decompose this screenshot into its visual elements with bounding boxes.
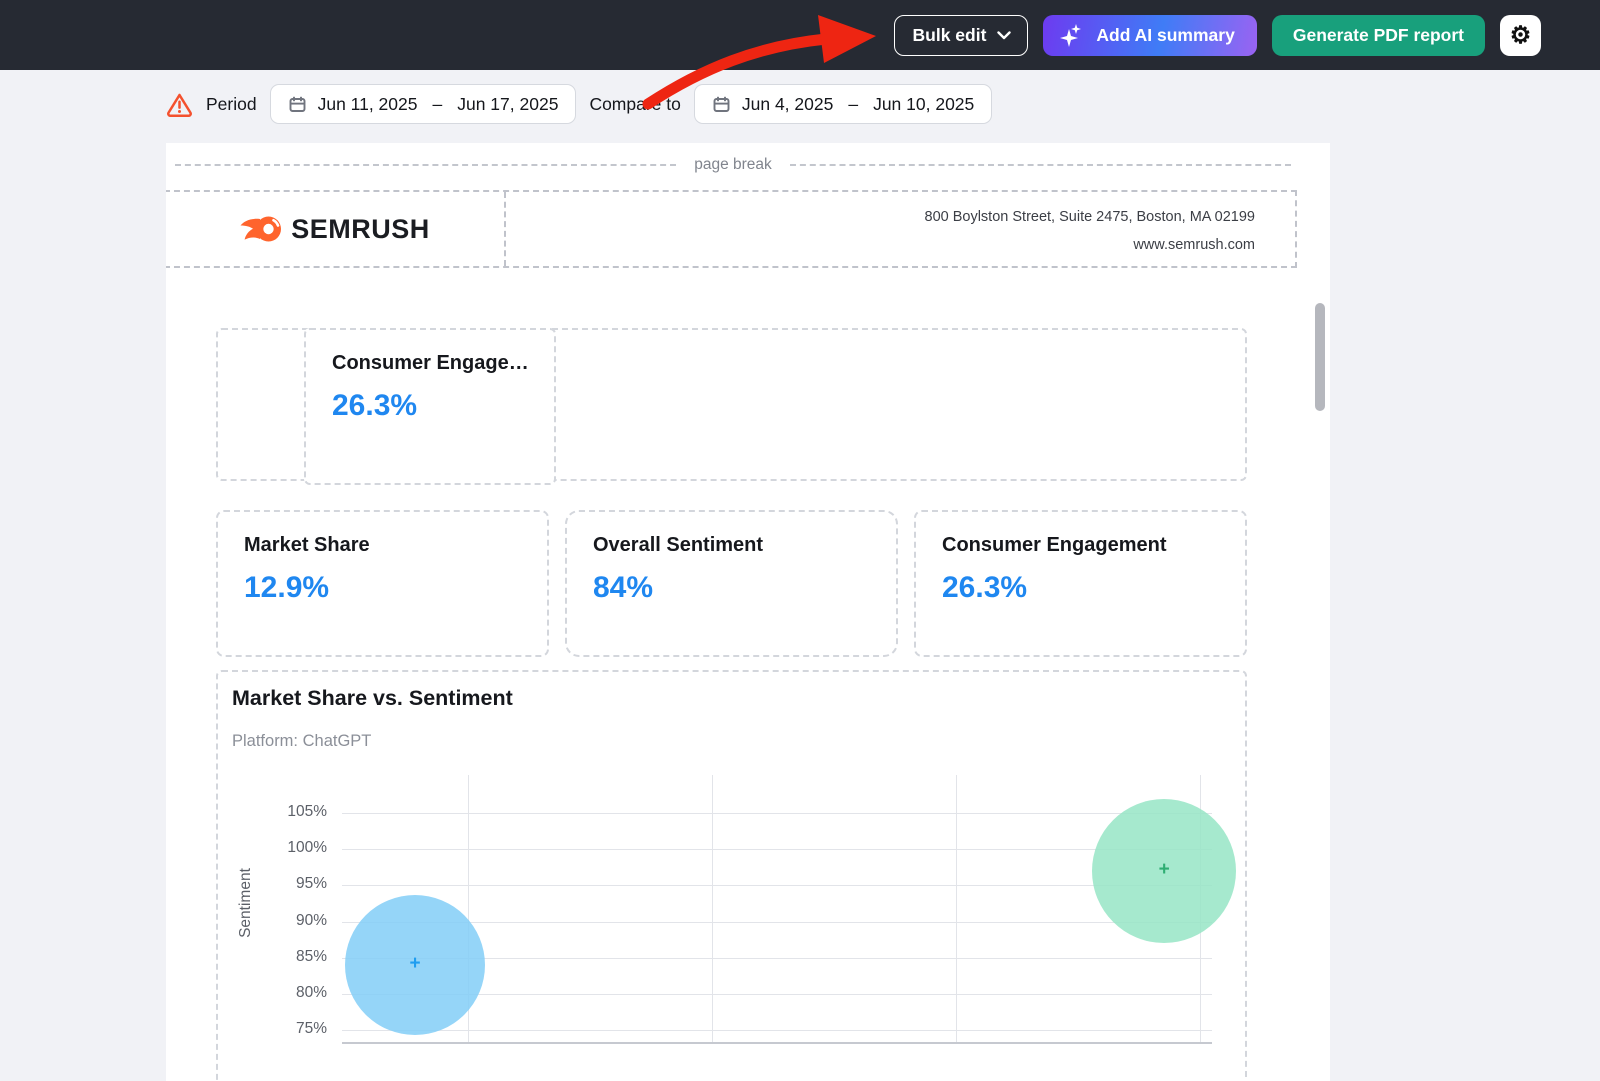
brand-name: SEMRUSH [291, 214, 430, 245]
period-end-date: Jun 17, 2025 [457, 94, 558, 115]
widget-value: 26.3% [332, 389, 554, 423]
grid-hline [342, 813, 1212, 814]
top-toolbar: Bulk edit Add AI summary Generate PDF re… [0, 0, 1600, 70]
grid-vline [956, 775, 957, 1042]
settings-button[interactable]: ⚙ [1500, 15, 1541, 56]
bulk-edit-label: Bulk edit [913, 25, 987, 46]
widget-title: Market Share [244, 534, 547, 557]
report-page-canvas: page break SEMRUSH 800 Boylston Street, … [166, 143, 1330, 1081]
compare-start-date: Jun 4, 2025 [742, 94, 833, 115]
widget-title: Consumer Engagement [942, 534, 1245, 557]
y-axis-label: Sentiment [237, 848, 255, 958]
widget-title: Consumer Engage… [332, 352, 554, 375]
generate-pdf-label: Generate PDF report [1293, 25, 1464, 46]
bubble-plot-area: Sentiment 105% 100% 95% 90% 85% 80% 75% + + [218, 672, 1245, 1081]
y-tick-label: 95% [265, 875, 327, 893]
date-separator: – [429, 94, 447, 115]
y-tick-label: 75% [265, 1020, 327, 1038]
vertical-scrollbar-thumb[interactable] [1315, 303, 1325, 411]
semrush-logo-icon [240, 212, 282, 246]
consumer-engagement-widget[interactable]: Consumer Engage… 26.3% [304, 328, 556, 485]
metrics-row: Market Share 12.9% Overall Sentiment 84%… [216, 510, 1247, 657]
report-filters-row: Period Jun 11, 2025 – Jun 17, 2025 Compa… [166, 84, 992, 124]
brand-logo-cell: SEMRUSH [166, 192, 506, 266]
compare-date-range-picker[interactable]: Jun 4, 2025 – Jun 10, 2025 [694, 84, 992, 124]
calendar-icon [288, 95, 307, 114]
calendar-icon [712, 95, 731, 114]
y-tick-label: 105% [265, 803, 327, 821]
company-info: 800 Boylston Street, Suite 2475, Boston,… [506, 192, 1295, 266]
gear-icon: ⚙ [1510, 21, 1532, 50]
page-break-label: page break [694, 156, 772, 174]
bulk-edit-button[interactable]: Bulk edit [894, 15, 1029, 56]
bubble-center-marker: + [410, 953, 421, 975]
sparkles-icon [1059, 22, 1085, 48]
widget-title: Overall Sentiment [593, 534, 896, 557]
data-bubble: + [345, 895, 485, 1035]
y-tick-label: 85% [265, 948, 327, 966]
grid-hline [342, 922, 1212, 923]
warning-icon [166, 92, 193, 117]
market-share-widget[interactable]: Market Share 12.9% [216, 510, 549, 657]
data-bubble: + [1092, 799, 1236, 943]
consumer-engagement-metric-widget[interactable]: Consumer Engagement 26.3% [914, 510, 1247, 657]
company-address: 800 Boylston Street, Suite 2475, Boston,… [506, 203, 1255, 231]
date-separator: – [844, 94, 862, 115]
report-header-widget[interactable]: SEMRUSH 800 Boylston Street, Suite 2475,… [166, 190, 1297, 268]
compare-to-label: Compare to [589, 94, 680, 115]
add-ai-summary-label: Add AI summary [1096, 25, 1234, 46]
y-tick-label: 90% [265, 912, 327, 930]
page-break-line [790, 164, 1291, 166]
widget-value: 84% [593, 571, 896, 605]
x-axis-line [342, 1042, 1212, 1044]
add-ai-summary-button[interactable]: Add AI summary [1043, 15, 1256, 56]
grid-hline [342, 1030, 1212, 1031]
market-share-vs-sentiment-chart-widget[interactable]: Market Share vs. Sentiment Platform: Cha… [216, 670, 1247, 1081]
chevron-down-icon [997, 31, 1011, 40]
page-break-line [175, 164, 676, 166]
widget-value: 26.3% [942, 571, 1245, 605]
grid-hline [342, 849, 1212, 850]
period-start-date: Jun 11, 2025 [318, 94, 418, 115]
period-date-range-picker[interactable]: Jun 11, 2025 – Jun 17, 2025 [270, 84, 577, 124]
generate-pdf-report-button[interactable]: Generate PDF report [1272, 15, 1485, 56]
bubble-center-marker: + [1159, 859, 1170, 881]
period-label: Period [206, 94, 257, 115]
widget-drop-row: Consumer Engage… 26.3% [216, 328, 1247, 481]
y-tick-label: 80% [265, 984, 327, 1002]
grid-vline [712, 775, 713, 1042]
compare-end-date: Jun 10, 2025 [873, 94, 974, 115]
company-website: www.semrush.com [506, 231, 1255, 259]
page-break-divider: page break [175, 153, 1291, 177]
overall-sentiment-widget[interactable]: Overall Sentiment 84% [565, 510, 898, 657]
y-tick-label: 100% [265, 839, 327, 857]
grid-hline [342, 885, 1212, 886]
widget-value: 12.9% [244, 571, 547, 605]
